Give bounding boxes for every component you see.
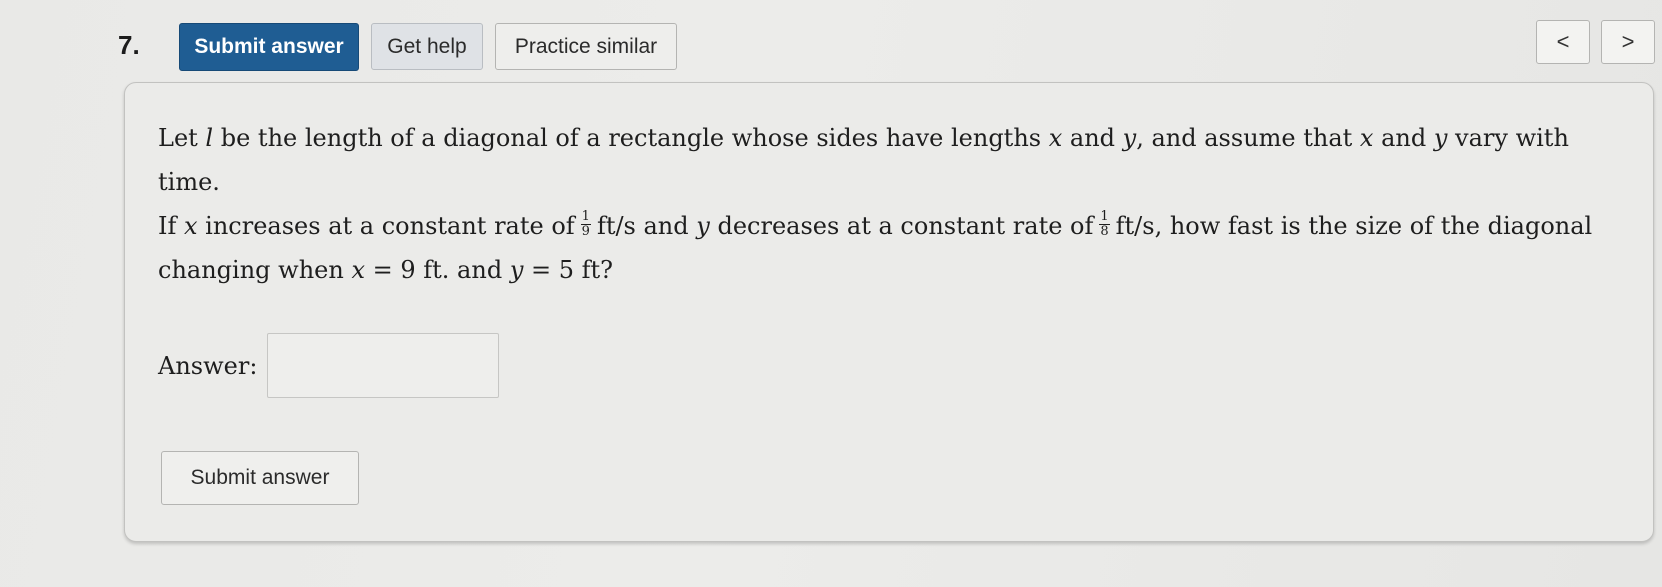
text: be the length of a diagonal of a rectang… — [213, 124, 1049, 152]
text: If — [158, 212, 184, 240]
problem-line-2: time. — [158, 168, 220, 196]
text: = 9 ft. and — [365, 256, 510, 284]
var-l: l — [205, 124, 214, 152]
answer-input[interactable] — [267, 333, 499, 398]
var-x: x — [1359, 124, 1374, 152]
var-x: x — [1048, 124, 1063, 152]
text: = 5 ft? — [523, 256, 614, 284]
text: and — [1373, 124, 1434, 152]
text: ft/s and — [596, 212, 697, 240]
fraction-one-eighth: 18 — [1099, 209, 1110, 239]
var-y: y — [696, 212, 710, 240]
get-help-button[interactable]: Get help — [371, 23, 483, 70]
text: and — [1062, 124, 1123, 152]
var-y: y — [509, 256, 524, 284]
fraction-numerator: 1 — [580, 209, 591, 225]
text: , and assume that — [1136, 124, 1360, 152]
practice-similar-button[interactable]: Practice similar — [495, 23, 677, 70]
fraction-denominator: 8 — [1100, 224, 1109, 239]
var-x: x — [184, 212, 198, 240]
problem-statement: Let l be the length of a diagonal of a r… — [158, 116, 1598, 292]
next-question-button[interactable]: > — [1601, 20, 1655, 64]
problem-line-4: changing when x = 9 ft. and y = 5 ft? — [158, 248, 1598, 292]
fraction-one-ninth: 19 — [580, 209, 591, 239]
chevron-left-icon: < — [1556, 29, 1570, 54]
text: increases at a constant rate of — [197, 212, 575, 240]
question-number: 7. — [118, 30, 140, 60]
text: vary with — [1447, 124, 1569, 152]
answer-label: Answer: — [158, 352, 258, 380]
text: decreases at a constant rate of — [709, 212, 1094, 240]
var-x: x — [351, 256, 365, 284]
submit-answer-button[interactable]: Submit answer — [179, 23, 359, 71]
submit-answer-bottom-button[interactable]: Submit answer — [161, 451, 359, 505]
var-y: y — [1433, 124, 1448, 152]
problem-line-1: Let l be the length of a diagonal of a r… — [158, 116, 1598, 160]
var-y: y — [1122, 124, 1137, 152]
problem-line-3: If x increases at a constant rate of 1 9 ft… — [158, 204, 1598, 248]
previous-question-button[interactable]: < — [1536, 20, 1590, 64]
text: ft/s, how fast is the size of the diagon… — [1115, 212, 1593, 240]
text: changing when — [158, 256, 352, 284]
fraction-numerator: 1 — [1099, 209, 1110, 225]
fraction-denominator: 9 — [581, 224, 590, 239]
text: Let — [158, 124, 206, 152]
chevron-right-icon: > — [1621, 29, 1635, 54]
